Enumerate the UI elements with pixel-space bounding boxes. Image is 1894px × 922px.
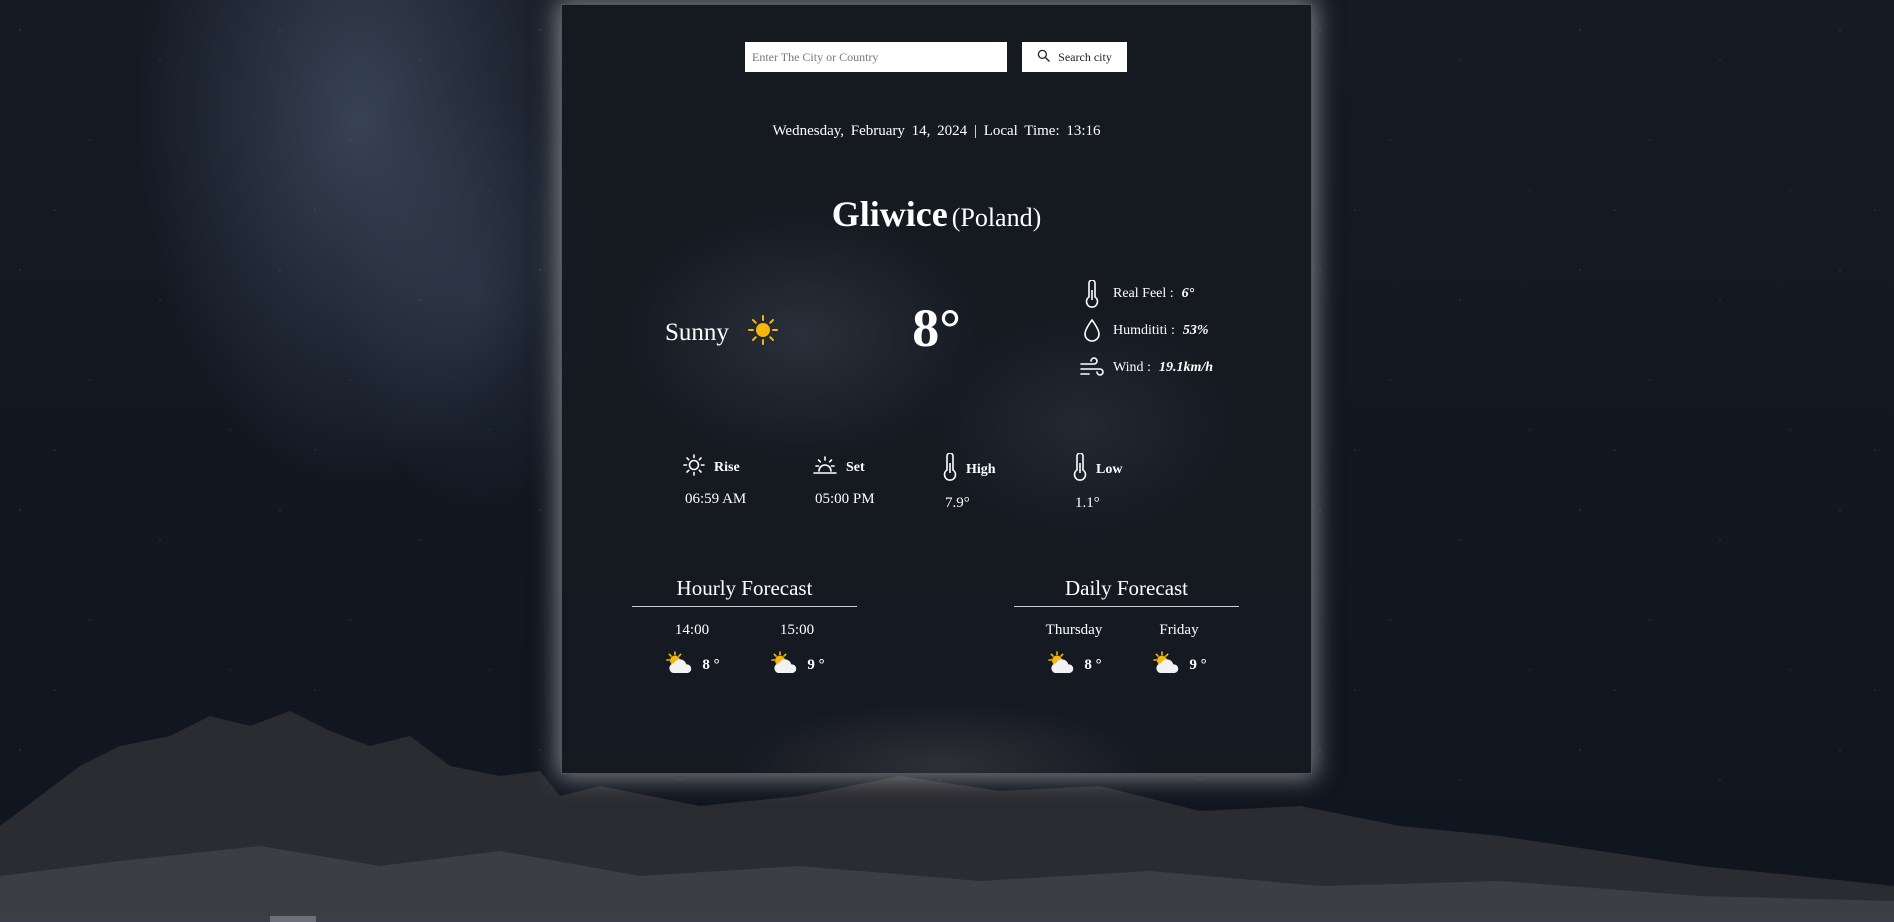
- forecast-day: Thursday: [1045, 622, 1103, 638]
- stat-label: Low: [1096, 461, 1123, 477]
- hourly-forecast: Hourly Forecast 14:00 8 ° 15:00 9 °: [632, 576, 857, 680]
- search-button[interactable]: Search city: [1022, 42, 1127, 72]
- detail-value: 53%: [1182, 322, 1209, 338]
- forecast-time: 15:00: [779, 622, 815, 638]
- stat-value: 7.9°: [945, 495, 970, 511]
- weather-details: Real Feel : 6° Humdititi : 53% Wind : 19…: [1077, 275, 1213, 386]
- separator: |: [973, 123, 977, 139]
- taskbar: [0, 916, 1894, 922]
- forecast-temp: 9 °: [1189, 657, 1207, 673]
- search-icon: [1037, 49, 1050, 66]
- partly-cloudy-icon: [1151, 651, 1183, 680]
- sunset-icon: [812, 453, 838, 482]
- stat-label: Rise: [714, 459, 740, 475]
- forecast-item: Thursday 8 °: [1032, 622, 1117, 680]
- detail-real-feel: Real Feel : 6°: [1077, 275, 1213, 312]
- current-date: Wednesday, February 14, 2024: [772, 123, 968, 139]
- stat-label: Set: [846, 459, 865, 475]
- forecast-temp: 9 °: [807, 657, 825, 673]
- thermometer-icon: [1072, 452, 1088, 486]
- search-input[interactable]: [745, 42, 1007, 72]
- city-name: Gliwice: [831, 194, 948, 234]
- forecast-item: 14:00 8 °: [650, 622, 735, 680]
- local-time-label: Local Time:: [983, 123, 1060, 139]
- local-time: 13:16: [1066, 123, 1101, 139]
- search-button-label: Search city: [1058, 49, 1112, 64]
- search-bar: Search city: [745, 42, 1127, 72]
- country-name: (Poland): [951, 203, 1042, 232]
- stat-value: 1.1°: [1075, 495, 1100, 511]
- stat-sunset: Set 05:00 PM: [812, 453, 942, 512]
- date-time: Wednesday, February 14, 2024 | Local Tim…: [562, 123, 1311, 140]
- daily-forecast: Daily Forecast Thursday 8 ° Friday 9 °: [1014, 576, 1239, 680]
- forecast-item: 15:00 9 °: [755, 622, 840, 680]
- wind-icon: [1077, 356, 1107, 379]
- detail-label: Real Feel :: [1113, 285, 1174, 301]
- detail-label: Wind :: [1113, 359, 1151, 375]
- sun-temperature-stats: Rise 06:59 AM Set 05:00 PM High 7.9° Low…: [682, 452, 1202, 512]
- partly-cloudy-icon: [664, 651, 696, 680]
- detail-value: 6°: [1181, 285, 1195, 301]
- weather-card: Search city Wednesday, February 14, 2024…: [561, 4, 1312, 774]
- daily-forecast-title: Daily Forecast: [1014, 576, 1239, 607]
- detail-humidity: Humdititi : 53%: [1077, 312, 1213, 349]
- forecast-time: 14:00: [674, 622, 710, 638]
- detail-value: 19.1km/h: [1158, 359, 1214, 375]
- hourly-forecast-title: Hourly Forecast: [632, 576, 857, 607]
- sunrise-icon: [682, 453, 706, 482]
- stat-low: Low 1.1°: [1072, 452, 1202, 512]
- partly-cloudy-icon: [1046, 651, 1078, 680]
- forecast-temp: 8 °: [702, 657, 720, 673]
- thermometer-icon: [942, 452, 958, 486]
- location: Gliwice (Poland): [562, 193, 1311, 235]
- stat-high: High 7.9°: [942, 452, 1072, 512]
- forecast-temp: 8 °: [1084, 657, 1102, 673]
- thermometer-icon: [1077, 279, 1107, 308]
- forecast-day: Friday: [1159, 622, 1199, 638]
- droplet-icon: [1077, 318, 1107, 344]
- stat-sunrise: Rise 06:59 AM: [682, 453, 812, 512]
- detail-wind: Wind : 19.1km/h: [1077, 349, 1213, 386]
- stat-value: 06:59 AM: [685, 491, 747, 507]
- taskbar-item[interactable]: [270, 916, 316, 922]
- stat-label: High: [966, 461, 996, 477]
- partly-cloudy-icon: [769, 651, 801, 680]
- detail-label: Humdititi :: [1113, 322, 1175, 338]
- forecast-item: Friday 9 °: [1137, 622, 1222, 680]
- stat-value: 05:00 PM: [815, 491, 875, 507]
